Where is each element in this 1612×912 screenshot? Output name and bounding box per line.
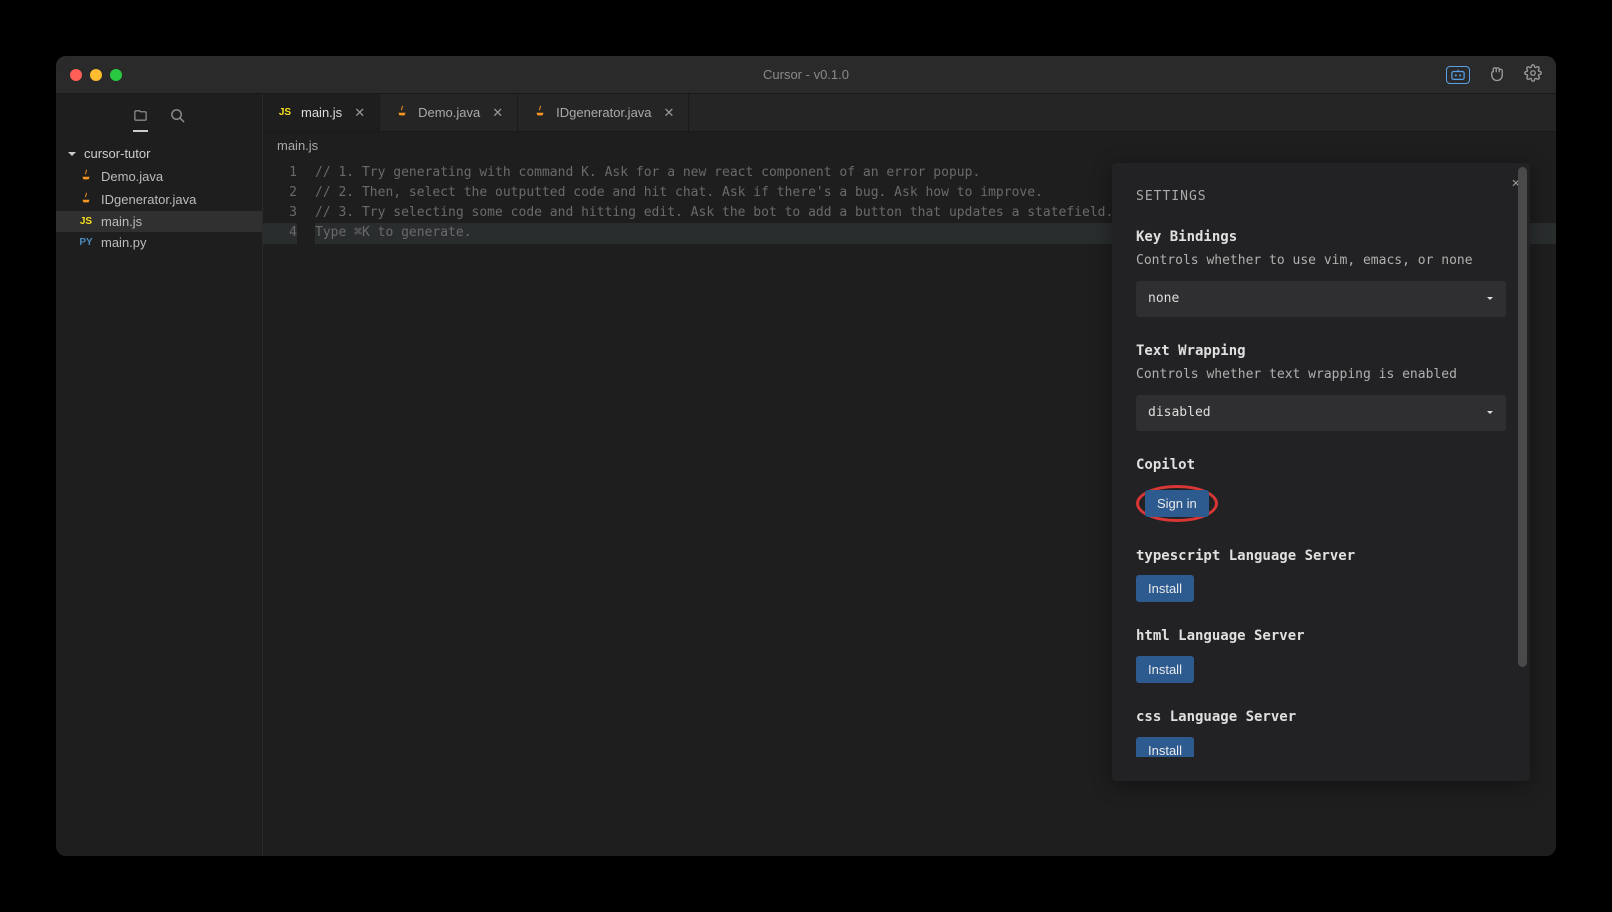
line-number: 2 — [263, 183, 297, 203]
tree-item[interactable]: PY main.py — [56, 232, 262, 253]
settings-panel: ✕ SETTINGS Key Bindings Controls whether… — [1112, 163, 1530, 781]
editor-area: JS main.js ✕ Demo.java ✕ IDgenerator.java ✕ ma… — [263, 94, 1556, 856]
editor-tab[interactable]: Demo.java ✕ — [380, 94, 518, 131]
search-tab-icon[interactable] — [170, 108, 185, 132]
java-file-icon — [78, 191, 94, 208]
line-number: 4 — [263, 223, 297, 243]
java-file-icon — [78, 168, 94, 185]
file-name: main.py — [101, 235, 147, 250]
gear-icon[interactable] — [1524, 64, 1542, 85]
code-area[interactable]: 1234 // 1. Try generating with command K… — [263, 159, 1556, 856]
js-file-icon: JS — [277, 107, 293, 118]
app-window: Cursor - v0.1.0 — [56, 56, 1556, 856]
file-name: IDgenerator.java — [101, 192, 196, 207]
install-css-button[interactable]: Install — [1136, 737, 1194, 757]
tab-label: Demo.java — [418, 105, 480, 120]
editor-tab[interactable]: IDgenerator.java ✕ — [518, 94, 689, 131]
css-server-label: css Language Server — [1136, 707, 1506, 729]
java-file-icon — [532, 104, 548, 121]
setting-css-server: css Language Server Install — [1136, 707, 1506, 757]
code-lines: // 1. Try generating with command K. Ask… — [315, 159, 1556, 856]
file-name: main.js — [101, 214, 142, 229]
keybindings-label: Key Bindings — [1136, 227, 1506, 249]
wrapping-desc: Controls whether text wrapping is enable… — [1136, 365, 1506, 385]
js-file-icon: JS — [78, 216, 94, 227]
hand-icon[interactable] — [1488, 64, 1506, 85]
scrollbar[interactable] — [1518, 167, 1527, 737]
chevron-down-icon — [1486, 409, 1494, 417]
close-icon[interactable]: ✕ — [492, 105, 503, 121]
tab-label: main.js — [301, 105, 342, 120]
tree-item[interactable]: Demo.java — [56, 165, 262, 188]
wrapping-value: disabled — [1148, 403, 1211, 423]
setting-ts-server: typescript Language Server Install — [1136, 546, 1506, 603]
sidebar-tabs — [56, 94, 262, 142]
setting-keybindings: Key Bindings Controls whether to use vim… — [1136, 227, 1506, 317]
tab-label: IDgenerator.java — [556, 105, 651, 120]
window-controls — [70, 69, 122, 81]
settings-title: SETTINGS — [1136, 187, 1506, 207]
ts-server-label: typescript Language Server — [1136, 546, 1506, 568]
tab-bar: JS main.js ✕ Demo.java ✕ IDgenerator.java ✕ — [263, 94, 1556, 132]
main-area: cursor-tutor Demo.java IDgenerator.java JS… — [56, 94, 1556, 856]
setting-html-server: html Language Server Install — [1136, 626, 1506, 683]
html-server-label: html Language Server — [1136, 626, 1506, 648]
gutter: 1234 — [263, 159, 315, 856]
line-number: 3 — [263, 203, 297, 223]
keybindings-select[interactable]: none — [1136, 281, 1506, 317]
bot-icon[interactable] — [1446, 66, 1470, 84]
breadcrumb: main.js — [263, 132, 1556, 159]
maximize-window-button[interactable] — [110, 69, 122, 81]
explorer-tab-icon[interactable] — [133, 108, 148, 132]
chevron-down-icon — [1486, 295, 1494, 303]
wrapping-label: Text Wrapping — [1136, 341, 1506, 363]
minimize-window-button[interactable] — [90, 69, 102, 81]
titlebar-actions — [1446, 64, 1542, 85]
app-title: Cursor - v0.1.0 — [763, 67, 849, 82]
line-number: 1 — [263, 163, 297, 183]
signin-button[interactable]: Sign in — [1145, 490, 1209, 517]
close-icon[interactable]: ✕ — [354, 105, 365, 121]
editor-tab[interactable]: JS main.js ✕ — [263, 94, 380, 131]
folder-name: cursor-tutor — [84, 146, 150, 161]
py-file-icon: PY — [78, 237, 94, 248]
setting-wrapping: Text Wrapping Controls whether text wrap… — [1136, 341, 1506, 431]
highlight-ring: Sign in — [1136, 485, 1218, 522]
install-ts-button[interactable]: Install — [1136, 575, 1194, 602]
close-window-button[interactable] — [70, 69, 82, 81]
titlebar: Cursor - v0.1.0 — [56, 56, 1556, 94]
setting-copilot: Copilot Sign in — [1136, 455, 1506, 522]
install-html-button[interactable]: Install — [1136, 656, 1194, 683]
file-name: Demo.java — [101, 169, 163, 184]
keybindings-value: none — [1148, 289, 1179, 309]
copilot-label: Copilot — [1136, 455, 1506, 477]
folder-root[interactable]: cursor-tutor — [56, 142, 262, 165]
tree-item[interactable]: IDgenerator.java — [56, 188, 262, 211]
java-file-icon — [394, 104, 410, 121]
sidebar: cursor-tutor Demo.java IDgenerator.java JS… — [56, 94, 263, 856]
close-icon[interactable]: ✕ — [664, 105, 675, 121]
scrollbar-thumb[interactable] — [1518, 167, 1527, 667]
file-tree: Demo.java IDgenerator.java JS main.js PY main… — [56, 165, 262, 856]
wrapping-select[interactable]: disabled — [1136, 395, 1506, 431]
tree-item[interactable]: JS main.js — [56, 211, 262, 232]
keybindings-desc: Controls whether to use vim, emacs, or n… — [1136, 251, 1506, 271]
